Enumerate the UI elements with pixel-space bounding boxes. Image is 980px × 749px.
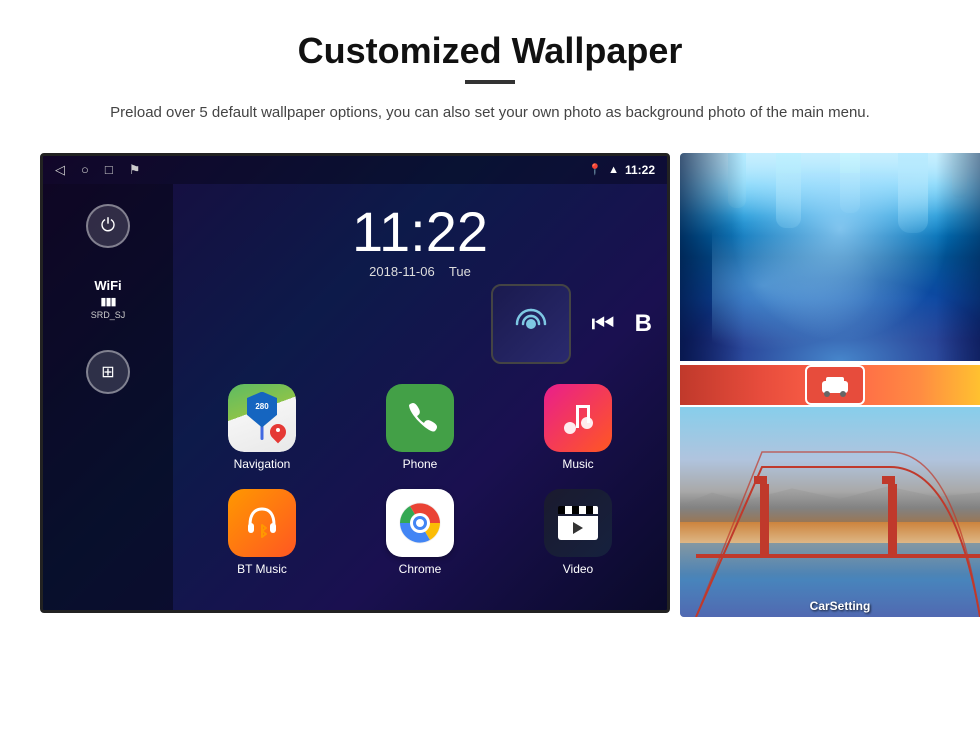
app-item-video[interactable]: Video (504, 489, 652, 585)
chrome-logo-icon (396, 499, 444, 547)
car-setting-icon-partial (820, 373, 850, 397)
carsetting-label: CarSetting (810, 599, 871, 613)
app-grid: 280 Navigation (173, 369, 667, 600)
page-title: Customized Wallpaper (40, 30, 940, 72)
wifi-label: WiFi (91, 278, 126, 293)
chrome-app-label: Chrome (399, 562, 442, 576)
chrome-app-icon[interactable] (386, 489, 454, 557)
screenshot-nav-icon[interactable]: ⚑ (129, 162, 141, 178)
video-app-icon[interactable] (544, 489, 612, 557)
page-wrapper: Customized Wallpaper Preload over 5 defa… (0, 0, 980, 637)
bridge-cables-svg (680, 407, 980, 617)
location-icon: 📍 (588, 163, 602, 176)
screen-outer: ◁ ○ □ ⚑ 📍 ▲ 11:22 ⏻ (40, 153, 980, 617)
bt-headphone-icon (242, 503, 282, 543)
phone-app-label: Phone (403, 457, 438, 471)
screen-content: ⏻ WiFi ▮▮▮ SRD_SJ ⊞ 11:22 (43, 184, 667, 610)
clock-time: 11:22 (173, 204, 667, 260)
home-nav-icon[interactable]: ○ (81, 162, 89, 177)
music-app-icon[interactable] (544, 384, 612, 452)
app-item-music[interactable]: Music (504, 384, 652, 480)
recent-nav-icon[interactable]: □ (105, 162, 113, 177)
wallpaper-panel: CarSetting (680, 153, 980, 617)
wifi-bars-icon: ▮▮▮ (91, 295, 126, 308)
navigation-app-icon[interactable]: 280 (228, 384, 296, 452)
skip-back-icon[interactable]: ⏮ (591, 308, 614, 340)
title-divider (465, 80, 515, 84)
wifi-info: WiFi ▮▮▮ SRD_SJ (91, 278, 126, 320)
phone-handset-icon (401, 399, 439, 437)
bluetooth-text: B (635, 310, 652, 338)
center-content: 11:22 2018-11-06 Tue (173, 184, 667, 610)
music-app-label: Music (562, 457, 593, 471)
play-icon (570, 520, 586, 536)
btmusic-app-label: BT Music (237, 562, 287, 576)
wallpaper-thumb-2[interactable]: CarSetting (680, 407, 980, 617)
power-icon: ⏻ (101, 215, 115, 236)
wifi-ssid: SRD_SJ (91, 310, 126, 320)
wifi-signal-icon: ▲ (608, 164, 619, 176)
music-note-icon (559, 399, 597, 437)
apps-button[interactable]: ⊞ (86, 350, 130, 394)
signal-app-icon[interactable] (491, 284, 571, 364)
app-item-phone[interactable]: Phone (346, 384, 494, 480)
clock-area: 11:22 2018-11-06 Tue (173, 194, 667, 284)
status-bar-left: ◁ ○ □ ⚑ (55, 162, 140, 178)
sidebar: ⏻ WiFi ▮▮▮ SRD_SJ ⊞ (43, 184, 173, 610)
clock-date: 2018-11-06 Tue (173, 264, 667, 279)
android-screen: ◁ ○ □ ⚑ 📍 ▲ 11:22 ⏻ (40, 153, 670, 613)
page-description: Preload over 5 default wallpaper options… (100, 102, 880, 125)
btmusic-app-icon[interactable] (228, 489, 296, 557)
status-bar: ◁ ○ □ ⚑ 📍 ▲ 11:22 (43, 156, 667, 184)
apps-grid-icon: ⊞ (101, 362, 114, 382)
app-item-btmusic[interactable]: BT Music (188, 489, 336, 585)
navigation-app-label: Navigation (234, 457, 291, 471)
back-nav-icon[interactable]: ◁ (55, 162, 65, 178)
wallpaper-thumb-1[interactable] (680, 153, 980, 363)
app-item-navigation[interactable]: 280 Navigation (188, 384, 336, 480)
signal-waves-icon (509, 302, 553, 346)
video-app-label: Video (563, 562, 593, 576)
power-button[interactable]: ⏻ (86, 204, 130, 248)
app-item-chrome[interactable]: Chrome (346, 489, 494, 585)
wallpaper-strip-mid (680, 363, 980, 407)
status-time: 11:22 (625, 163, 655, 177)
phone-app-icon[interactable] (386, 384, 454, 452)
status-bar-right: 📍 ▲ 11:22 (588, 163, 655, 177)
media-row: ⏮ B (173, 284, 667, 364)
